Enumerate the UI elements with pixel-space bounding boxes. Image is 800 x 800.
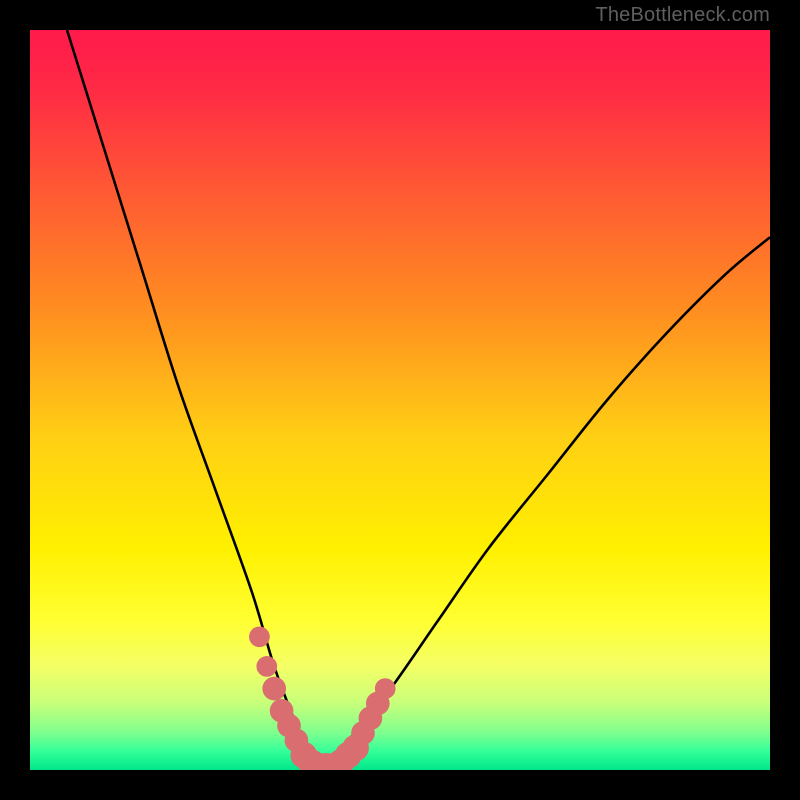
marker-group xyxy=(249,626,396,770)
curves-layer xyxy=(30,30,770,770)
plot-area xyxy=(30,30,770,770)
data-marker xyxy=(256,656,277,677)
data-marker xyxy=(262,677,286,701)
left-curve xyxy=(67,30,326,770)
chart-frame: TheBottleneck.com xyxy=(0,0,800,800)
data-marker xyxy=(249,626,270,647)
watermark-text: TheBottleneck.com xyxy=(595,4,770,27)
data-marker xyxy=(375,678,396,699)
